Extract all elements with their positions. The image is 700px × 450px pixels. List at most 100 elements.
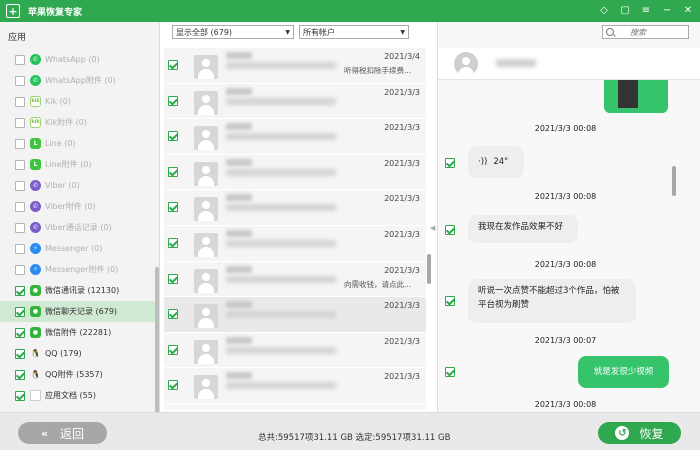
avatar <box>194 268 218 293</box>
conversation-checkbox[interactable] <box>168 309 178 320</box>
filter-row: 显示全部 (679) ▼ 所有帐户 ▼ <box>172 25 409 39</box>
chat-scroll-thumb[interactable] <box>672 166 676 196</box>
conversation-checkbox[interactable] <box>168 380 178 391</box>
sidebar-item-label: Kik附件 (0) <box>45 118 87 127</box>
conversation-row[interactable]: 2021/3/3 <box>164 297 426 333</box>
conversation-list-panel: 显示全部 (679) ▼ 所有帐户 ▼ 听得税扣除手续费... 2021/3/4 2… <box>164 22 434 412</box>
conversation-checkbox[interactable] <box>168 131 178 142</box>
conversation-checkbox[interactable] <box>168 166 178 177</box>
category-checkbox[interactable] <box>15 390 25 401</box>
sidebar-item[interactable]: ● 微信附件 (22281) <box>0 322 155 343</box>
conversation-checkbox[interactable] <box>168 60 178 70</box>
sidebar-item[interactable]: 🐧 QQ (179) <box>0 343 155 364</box>
conversation-row[interactable]: 2021/3/3 <box>164 225 426 262</box>
conversation-row[interactable]: 2021/3/3 <box>164 368 426 404</box>
search-box[interactable] <box>602 25 689 39</box>
search-input[interactable] <box>630 27 685 37</box>
message-checkbox[interactable] <box>445 158 455 168</box>
category-checkbox[interactable] <box>15 222 25 233</box>
conversation-row[interactable]: 2021/3/3 <box>164 119 426 155</box>
category-checkbox[interactable] <box>15 117 25 128</box>
category-scroll-thumb[interactable] <box>155 267 159 427</box>
double-chevron-left-icon: « <box>40 426 49 440</box>
close-icon[interactable]: ✕ <box>682 5 694 17</box>
conversation-row[interactable]: 2021/3/3 <box>164 83 426 120</box>
minimize-icon[interactable]: − <box>661 5 673 17</box>
messenger-icon: ⚡ <box>30 264 41 275</box>
conversation-row[interactable]: 2021/3/3 <box>164 332 426 369</box>
category-checkbox[interactable] <box>15 54 25 65</box>
avatar <box>194 55 218 79</box>
message-timestamp: 2021/3/3 00:08 <box>534 192 597 201</box>
sidebar-item-label: Viber (0) <box>45 181 80 190</box>
conversation-checkbox[interactable] <box>168 237 178 248</box>
sidebar-item[interactable]: ✆ Viber附件 (0) <box>0 196 155 217</box>
category-checkbox[interactable] <box>15 180 25 191</box>
category-checkbox[interactable] <box>15 306 25 317</box>
conversation-row[interactable]: 听得税扣除手续费... 2021/3/4 <box>164 48 426 84</box>
sidebar-item[interactable]: 应用文档 (55) <box>0 385 155 406</box>
sidebar-item[interactable]: ✆ Viber通话记录 (0) <box>0 217 155 238</box>
image-message[interactable] <box>604 80 668 113</box>
recover-button[interactable]: ↺ 恢复 <box>598 422 681 444</box>
category-checkbox[interactable] <box>15 159 25 170</box>
back-button[interactable]: « 返回 <box>18 422 107 444</box>
category-scrollbar[interactable] <box>155 49 159 427</box>
sidebar-item-label: 微信附件 (22281) <box>45 328 112 337</box>
sidebar-item[interactable]: ⚡ Messenger (0) <box>0 238 155 259</box>
sidebar-item[interactable]: L Line附件 (0) <box>0 154 155 175</box>
category-checkbox[interactable] <box>15 75 25 86</box>
diamond-icon[interactable]: ◇ <box>598 5 610 17</box>
category-checkbox[interactable] <box>15 348 25 359</box>
category-checkbox[interactable] <box>15 327 25 338</box>
category-checkbox[interactable] <box>15 369 25 380</box>
sidebar-item[interactable]: L Line (0) <box>0 133 155 154</box>
message-date: 2021/3/3 <box>384 301 420 311</box>
conversation-checkbox[interactable] <box>168 202 178 213</box>
conversation-row[interactable]: 向需收钱，请点此... 2021/3/3 <box>164 261 426 298</box>
feedback-icon[interactable]: ▢ <box>619 5 631 17</box>
image-thumbnail <box>618 80 638 108</box>
sidebar-item-label: 微信聊天记录 (679) <box>45 307 118 316</box>
text-message[interactable]: 我现在发作品效果不好 <box>468 215 578 243</box>
splitter-arrow-icon[interactable]: ◀ <box>430 224 435 232</box>
sidebar-item[interactable]: ✆ Viber (0) <box>0 175 155 196</box>
sidebar-item[interactable]: ✆ WhatsApp附件 (0) <box>0 70 155 91</box>
category-checkbox[interactable] <box>15 201 25 212</box>
contact-name-blurred <box>226 52 252 59</box>
conversation-row[interactable]: 2021/3/3 <box>164 154 426 191</box>
sidebar-item[interactable]: kik Kik (0) <box>0 91 155 112</box>
conversation-list: 听得税扣除手续费... 2021/3/4 2021/3/3 2021/3/3 2021/… <box>164 48 426 410</box>
kik-icon: kik <box>30 96 41 107</box>
sidebar-item[interactable]: ✆ WhatsApp (0) <box>0 49 155 70</box>
show-filter-select[interactable]: 显示全部 (679) ▼ <box>172 25 294 39</box>
text-message-outgoing[interactable]: 就是发很少视频 <box>578 356 669 388</box>
voice-message[interactable]: ·)) 24" <box>468 146 524 178</box>
conversation-scroll-thumb[interactable] <box>427 254 431 284</box>
whatsapp-icon: ✆ <box>30 54 41 65</box>
category-checkbox[interactable] <box>15 264 25 275</box>
sidebar-item[interactable]: ● 微信通讯录 (12130) <box>0 280 155 301</box>
category-checkbox[interactable] <box>15 243 25 254</box>
message-checkbox[interactable] <box>445 367 455 377</box>
conversation-row[interactable]: 2021/3/3 <box>164 190 426 226</box>
account-filter-select[interactable]: 所有帐户 ▼ <box>299 25 409 39</box>
menu-icon[interactable]: ≡ <box>640 5 652 17</box>
sidebar-item-label: 应用文档 (55) <box>45 391 96 400</box>
text-message[interactable]: 听说一次点赞不能超过3个作品，怕被 平台视为刷赞 <box>468 279 636 323</box>
category-checkbox[interactable] <box>15 96 25 107</box>
category-checkbox[interactable] <box>15 138 25 149</box>
sidebar-item[interactable]: ⚡ Messenger附件 (0) <box>0 259 155 280</box>
sidebar-item[interactable]: kik Kik附件 (0) <box>0 112 155 133</box>
conversation-checkbox[interactable] <box>168 273 178 284</box>
chevron-down-icon: ▼ <box>285 28 290 36</box>
conversation-checkbox[interactable] <box>168 95 178 106</box>
conversation-checkbox[interactable] <box>168 344 178 355</box>
message-checkbox[interactable] <box>445 296 455 306</box>
category-checkbox[interactable] <box>15 285 25 296</box>
message-snippet: 向需收钱，请点此... <box>344 279 412 289</box>
avatar <box>194 375 218 400</box>
sidebar-item[interactable]: 🐧 QQ附件 (5357) <box>0 364 155 385</box>
message-checkbox[interactable] <box>445 225 455 235</box>
sidebar-item[interactable]: ● 微信聊天记录 (679) <box>0 301 155 322</box>
